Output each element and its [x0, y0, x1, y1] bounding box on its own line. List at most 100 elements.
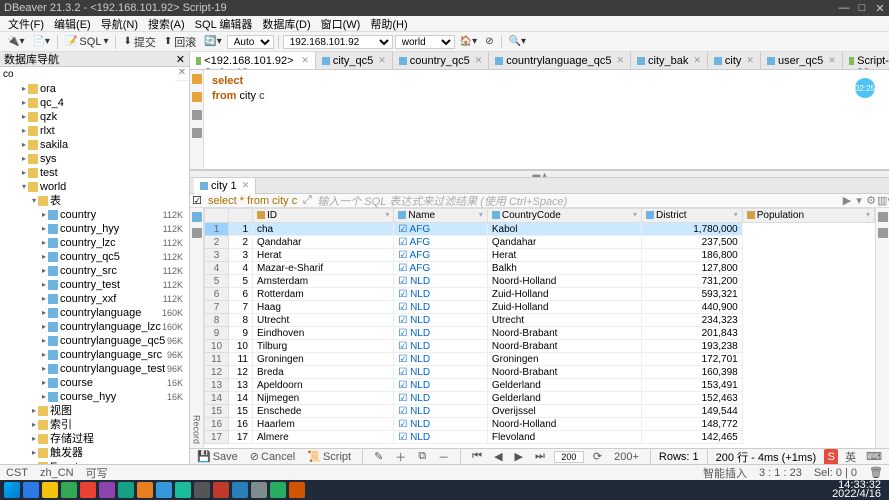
refresh-icon[interactable]: ⟳ [590, 450, 605, 463]
menu-item[interactable]: 数据库(D) [258, 16, 314, 32]
tree-node[interactable]: ▸countrylanguage_qc596K [0, 334, 189, 348]
run-script-icon[interactable] [192, 92, 202, 102]
add-row-icon[interactable]: ＋ [392, 449, 409, 465]
editor-tab[interactable]: city_qc5✕ [316, 52, 393, 70]
dup-row-icon[interactable]: ⧉ [415, 450, 429, 463]
tree-node[interactable]: ▸country112K [0, 208, 189, 222]
editor-tab[interactable]: user_qc5✕ [761, 52, 843, 70]
auto-select[interactable]: Auto [227, 35, 274, 49]
page-size-input[interactable] [554, 451, 584, 463]
tab-close-icon[interactable]: ✕ [378, 55, 386, 66]
task-icon[interactable] [270, 482, 286, 498]
filter-history-icon[interactable]: ▾ [853, 194, 865, 207]
editor-tab[interactable]: city_bak✕ [631, 52, 708, 70]
table-row[interactable]: 77Haag☑ NLDZuid-Holland440,900 [205, 301, 875, 314]
tree-node[interactable]: ▾world [0, 180, 189, 194]
task-icon[interactable] [289, 482, 305, 498]
script-button[interactable]: 📜Script [304, 450, 354, 463]
stop-button[interactable]: ⊘ [482, 35, 496, 48]
db-tree[interactable]: ▸ora▸qc_4▸qzk▸rlxt▸sakila▸sys▸test▾world… [0, 81, 189, 464]
task-icon[interactable] [175, 482, 191, 498]
editor-tab[interactable]: country_qc5✕ [393, 52, 489, 70]
task-icon[interactable] [99, 482, 115, 498]
database-select[interactable]: world [395, 35, 455, 49]
filter-hint[interactable]: 输入一个 SQL 表达式来过滤结果 (使用 Ctrl+Space) [313, 193, 841, 209]
tx-mode-button[interactable]: 🔄▾ [201, 35, 224, 48]
rollback-button[interactable]: ⬆回滚 [161, 33, 199, 51]
table-row[interactable]: 88Utrecht☑ NLDUtrecht234,323 [205, 314, 875, 327]
connection-select[interactable]: 192.168.101.92 [283, 35, 393, 49]
table-row[interactable]: 66Rotterdam☑ NLDZuid-Holland593,321 [205, 288, 875, 301]
new-button[interactable]: 📄▾ [29, 35, 52, 48]
tree-node[interactable]: ▸qc_4 [0, 96, 189, 110]
navigator-close-icon[interactable]: ✕ [176, 53, 185, 66]
tree-node[interactable]: ▸存储过程 [0, 432, 189, 446]
menu-item[interactable]: 窗口(W) [317, 16, 365, 32]
plan-icon[interactable] [192, 128, 202, 138]
tree-node[interactable]: ▸country_src112K [0, 264, 189, 278]
tree-node[interactable]: ▸countrylanguage160K [0, 306, 189, 320]
edit-row-icon[interactable]: ✎ [371, 450, 386, 463]
taskbar-clock[interactable]: 14:33:322022/4/16 [832, 481, 885, 499]
close-icon[interactable]: ✕ [875, 3, 885, 13]
tree-node[interactable]: ▸sakila [0, 138, 189, 152]
tree-node[interactable]: ▸ora [0, 82, 189, 96]
column-header[interactable]: District▾ [641, 209, 742, 223]
result-tab[interactable]: city 1✕ [194, 178, 256, 194]
table-row[interactable]: 55Amsterdam☑ NLDNoord-Holland731,200 [205, 275, 875, 288]
tree-node[interactable]: ▸course_hyy16K [0, 390, 189, 404]
search-button[interactable]: 🔍▾ [506, 35, 529, 48]
start-button[interactable] [4, 482, 20, 498]
tab-close-icon[interactable]: ✕ [828, 55, 836, 66]
tree-node[interactable]: ▸sys [0, 152, 189, 166]
tab-close-icon[interactable]: ✕ [746, 55, 754, 66]
task-icon[interactable] [194, 482, 210, 498]
navigator-tab[interactable]: 数据库导航 [4, 52, 59, 67]
table-row[interactable]: 99Eindhoven☑ NLDNoord-Brabant201,843 [205, 327, 875, 340]
editor-tab[interactable]: city✕ [708, 52, 761, 70]
tree-node[interactable]: ▸视图 [0, 404, 189, 418]
explain-icon[interactable] [192, 110, 202, 120]
menu-item[interactable]: SQL 编辑器 [191, 16, 257, 32]
task-icon[interactable] [42, 482, 58, 498]
table-row[interactable]: 11cha☑ AFGKabol1,780,000 [205, 223, 875, 236]
tab-close-icon[interactable]: ✕ [616, 55, 624, 66]
tree-node[interactable]: ▸rlxt [0, 124, 189, 138]
column-header[interactable]: ID▾ [253, 209, 394, 223]
tree-filter-input[interactable] [0, 67, 175, 81]
menu-item[interactable]: 导航(N) [97, 16, 142, 32]
table-row[interactable]: 1212Breda☑ NLDNoord-Brabant160,398 [205, 366, 875, 379]
tree-node[interactable]: ▸country_qc5112K [0, 250, 189, 264]
tab-close-icon[interactable]: ✕ [301, 55, 309, 66]
save-button[interactable]: 💾Save [194, 450, 241, 463]
lang-icon[interactable]: 英 [842, 449, 859, 465]
task-icon[interactable] [251, 482, 267, 498]
maximize-icon[interactable]: □ [857, 3, 867, 13]
minimize-icon[interactable]: — [839, 3, 849, 13]
tree-node[interactable]: ▸country_test112K [0, 278, 189, 292]
result-grid[interactable]: ID▾Name▾CountryCode▾District▾Population▾… [204, 208, 875, 448]
menu-item[interactable]: 文件(F) [4, 16, 48, 32]
table-row[interactable]: 1313Apeldoorn☑ NLDGelderland153,491 [205, 379, 875, 392]
task-icon[interactable] [80, 482, 96, 498]
filter-panels-icon[interactable]: ▥▾ [877, 194, 889, 207]
table-row[interactable]: 33Herat☑ AFGHerat186,800 [205, 249, 875, 262]
menu-item[interactable]: 帮助(H) [366, 16, 411, 32]
table-row[interactable]: 44Mazar-e-Sharif☑ AFGBalkh127,800 [205, 262, 875, 275]
tree-node[interactable]: ▸索引 [0, 418, 189, 432]
tree-node[interactable]: ▸触发器 [0, 446, 189, 460]
first-page-icon[interactable]: ⏮ [469, 450, 485, 463]
text-mode-icon[interactable] [192, 228, 202, 238]
tree-node[interactable]: ▸country_hyy112K [0, 222, 189, 236]
tree-node[interactable]: ▾表 [0, 194, 189, 208]
value-view-icon[interactable] [878, 228, 888, 238]
menu-item[interactable]: 搜索(A) [144, 16, 189, 32]
table-row[interactable]: 1010Tilburg☑ NLDNoord-Brabant193,238 [205, 340, 875, 353]
filter-toggle-icon[interactable]: ☑ [190, 194, 204, 207]
status-heap-icon[interactable]: 🗑 [869, 466, 883, 479]
tab-close-icon[interactable]: ✕ [693, 55, 701, 66]
editor-tab[interactable]: * Script-22✕ [843, 52, 889, 70]
expand-icon[interactable]: ⤢ [301, 194, 313, 207]
task-icon[interactable] [137, 482, 153, 498]
tab-close-icon[interactable]: ✕ [475, 55, 483, 66]
